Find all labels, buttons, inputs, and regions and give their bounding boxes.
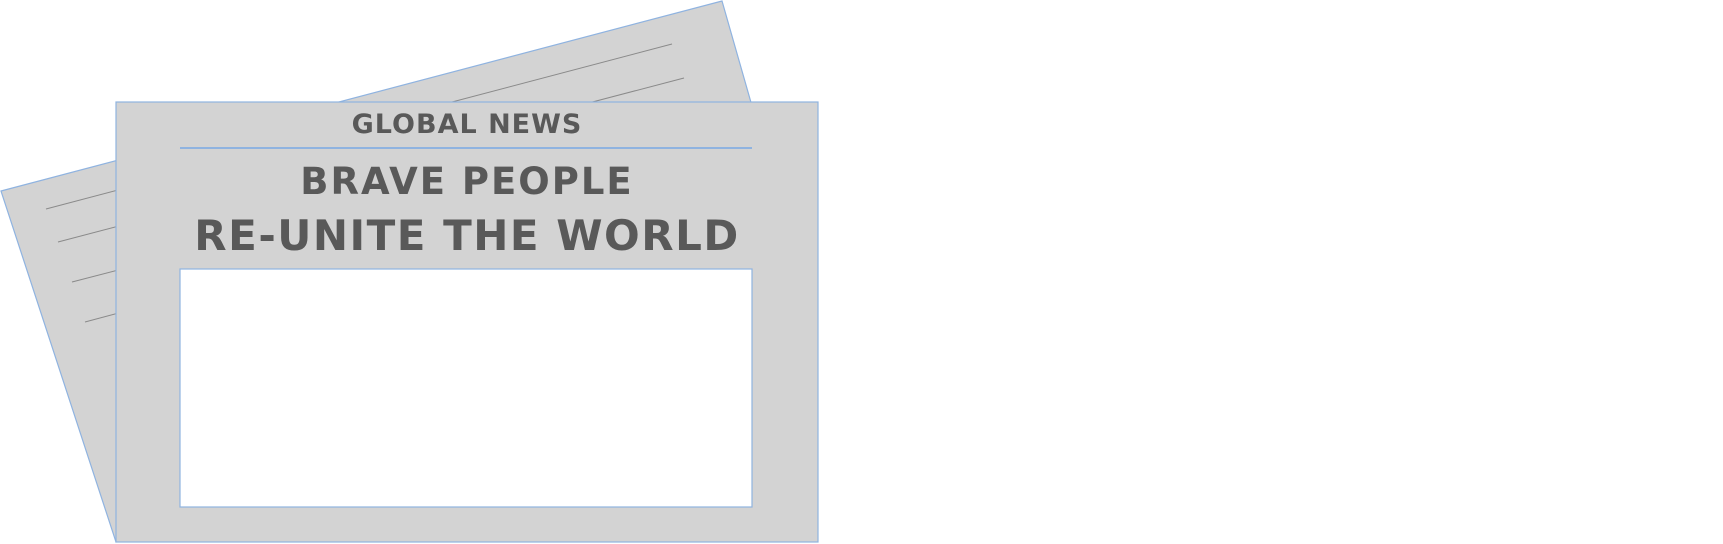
masthead: GLOBAL NEWS [352,109,583,140]
front-newspaper-sheet: GLOBAL NEWS BRAVE PEOPLE RE-UNITE THE WO… [115,101,819,543]
photo-placeholder [179,268,753,508]
headline-line-1: BRAVE PEOPLE [300,160,633,203]
newspaper-illustration: GLOBAL NEWS BRAVE PEOPLE RE-UNITE THE WO… [0,0,819,543]
headline-line-2: RE-UNITE THE WORLD [194,211,739,260]
